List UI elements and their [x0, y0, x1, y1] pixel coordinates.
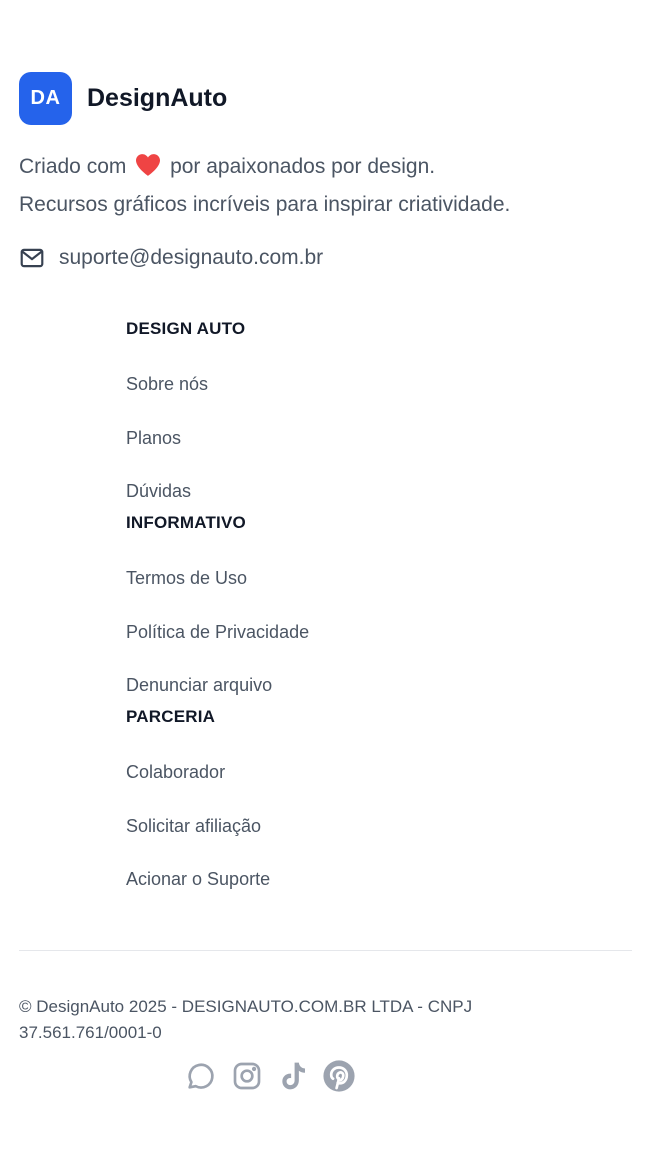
copyright-text: © DesignAuto 2025 - DESIGNAUTO.COM.BR LT… [19, 997, 473, 1042]
brand-name: DesignAuto [87, 84, 228, 112]
tiktok-icon[interactable] [276, 1058, 310, 1094]
column-title: INFORMATIVO [126, 513, 246, 532]
heart-icon [136, 154, 161, 176]
site-footer: DA DesignAuto Criado com por apaixonados… [0, 0, 659, 1160]
pinterest-icon[interactable] [322, 1058, 356, 1094]
footer-link-colaborador[interactable]: Colaborador [126, 762, 225, 783]
social-links [184, 1058, 356, 1094]
tagline-line-2: Recursos gráficos incríveis para inspira… [19, 193, 511, 216]
column-title: DESIGN AUTO [126, 319, 246, 338]
tagline: Criado com por apaixonados por design. R… [19, 148, 510, 224]
footer-link-duvidas[interactable]: Dúvidas [126, 481, 191, 502]
tagline-after-heart: por apaixonados por design. [170, 155, 436, 178]
footer-column-parceria: PARCERIA Colaborador Solicitar afiliação… [126, 707, 270, 889]
footer-link-sobre-nos[interactable]: Sobre nós [126, 374, 208, 395]
footer-divider [19, 950, 632, 951]
footer-link-planos[interactable]: Planos [126, 428, 181, 449]
footer-column-design-auto: DESIGN AUTO Sobre nós Planos Dúvidas [126, 319, 246, 501]
tagline-line-1: Criado com por apaixonados por design. [19, 148, 510, 186]
column-title: PARCERIA [126, 707, 216, 726]
footer-link-acionar-o-suporte[interactable]: Acionar o Suporte [126, 869, 270, 890]
footer-link-denunciar-arquivo[interactable]: Denunciar arquivo [126, 675, 272, 696]
mail-icon [20, 248, 44, 268]
support-email-link[interactable]: suporte@designauto.com.br [19, 245, 323, 271]
brand[interactable]: DA DesignAuto [19, 72, 227, 125]
whatsapp-icon[interactable] [184, 1058, 218, 1094]
footer-link-termos-de-uso[interactable]: Termos de Uso [126, 568, 247, 589]
footer-link-politica-de-privacidade[interactable]: Política de Privacidade [126, 622, 309, 643]
footer-link-solicitar-afiliacao[interactable]: Solicitar afiliação [126, 816, 261, 837]
support-email: suporte@designauto.com.br [59, 246, 324, 269]
logo-badge: DA [19, 72, 72, 125]
footer-column-informativo: INFORMATIVO Termos de Uso Política de Pr… [126, 513, 309, 695]
tagline-before-heart: Criado com [19, 155, 127, 178]
instagram-icon[interactable] [230, 1058, 264, 1094]
